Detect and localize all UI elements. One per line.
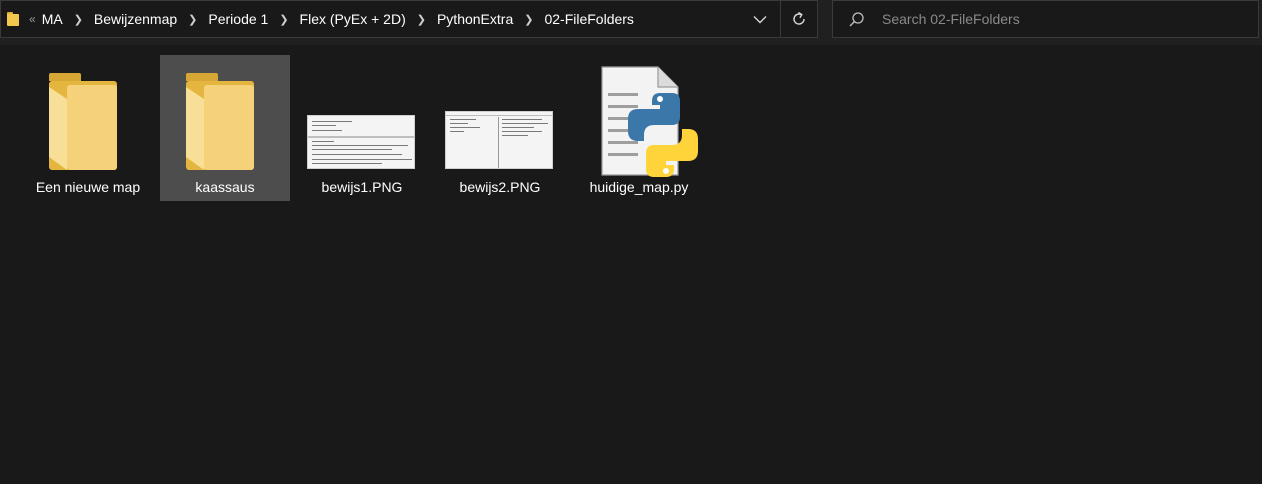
breadcrumb-02-filefolders[interactable]: 02-FileFolders — [544, 11, 633, 27]
breadcrumb-ma[interactable]: MA — [42, 11, 63, 27]
chevron-right-icon[interactable]: ❯ — [524, 13, 533, 26]
file-name-label: huidige_map.py — [589, 179, 689, 195]
folder-icon — [49, 73, 117, 170]
file-item-een-nieuwe-map[interactable]: Een nieuwe map — [23, 55, 153, 201]
file-item-bewijs1-png[interactable]: bewijs1.PNG — [297, 55, 427, 201]
address-bar[interactable]: « MA ❯ Bewijzenmap ❯ Periode 1 ❯ Flex (P… — [0, 0, 818, 38]
navigation-bar: « MA ❯ Bewijzenmap ❯ Periode 1 ❯ Flex (P… — [0, 0, 1262, 45]
search-input[interactable] — [880, 10, 1244, 28]
file-item-kaassaus[interactable]: kaassaus — [160, 55, 290, 201]
file-list-view[interactable]: Een nieuwe map kaassaus bewijs1.PNG bewi… — [0, 45, 1262, 484]
refresh-button[interactable] — [780, 1, 817, 37]
search-box[interactable] — [832, 0, 1259, 38]
history-dropdown-button[interactable] — [740, 1, 780, 37]
file-name-label: kaassaus — [195, 179, 255, 195]
overflow-chevron-icon[interactable]: « — [29, 12, 36, 26]
folder-icon — [7, 12, 21, 26]
file-item-huidige-map-py[interactable]: huidige_map.py — [574, 55, 704, 201]
breadcrumb-pythonextra[interactable]: PythonExtra — [437, 11, 513, 27]
image-thumbnail — [445, 111, 553, 169]
refresh-icon — [793, 11, 805, 25]
python-file-icon — [601, 66, 698, 177]
chevron-right-icon[interactable]: ❯ — [188, 13, 197, 26]
chevron-right-icon[interactable]: ❯ — [417, 13, 426, 26]
image-thumbnail — [307, 115, 415, 169]
chevron-right-icon[interactable]: ❯ — [279, 13, 288, 26]
chevron-right-icon[interactable]: ❯ — [74, 13, 83, 26]
file-name-label: bewijs1.PNG — [321, 179, 403, 195]
breadcrumb-flex[interactable]: Flex (PyEx + 2D) — [300, 11, 406, 27]
file-name-label: bewijs2.PNG — [459, 179, 541, 195]
breadcrumb-bewijzenmap[interactable]: Bewijzenmap — [94, 11, 177, 27]
folder-icon — [186, 73, 254, 170]
file-name-label: Een nieuwe map — [35, 179, 141, 195]
breadcrumb-periode-1[interactable]: Periode 1 — [208, 11, 268, 27]
file-item-bewijs2-png[interactable]: bewijs2.PNG — [435, 55, 565, 201]
search-icon — [849, 11, 864, 26]
chevron-down-icon — [753, 15, 767, 23]
